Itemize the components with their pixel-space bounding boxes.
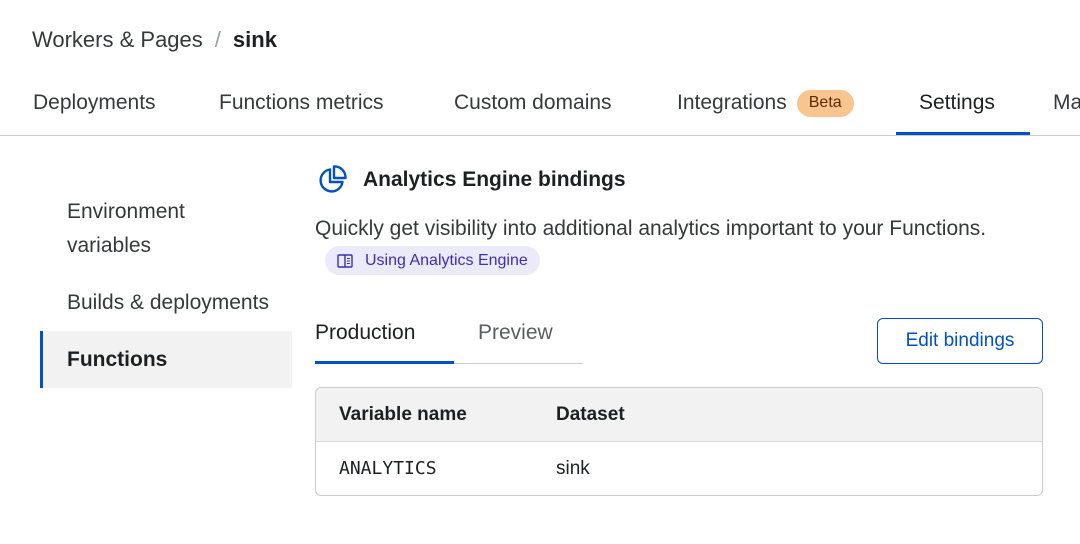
breadcrumb-separator: / [214, 27, 221, 52]
active-env-tab-indicator [315, 361, 454, 364]
tab-production[interactable]: Production [315, 314, 415, 352]
docs-link[interactable]: Using Analytics Engine [325, 246, 540, 275]
tab-custom-domains[interactable]: Custom domains [454, 70, 612, 136]
environment-tabs: Production Preview [315, 314, 583, 364]
tab-integrations-label: Integrations [677, 91, 787, 114]
cell-variable-name: ANALYTICS [339, 458, 437, 479]
beta-badge: Beta [796, 90, 854, 117]
cell-dataset: sink [556, 458, 590, 479]
section-header: Analytics Engine bindings [316, 164, 626, 196]
section-description: Quickly get visibility into additional a… [315, 217, 987, 240]
section-title: Analytics Engine bindings [363, 168, 626, 191]
column-header-variable-name: Variable name [339, 404, 467, 425]
subnav-item-builds-deployments[interactable]: Builds & deployments [40, 286, 292, 320]
subnav-item-environment-variables[interactable]: Environment variables [40, 195, 250, 263]
tab-integrations[interactable]: Integrations Beta [677, 70, 854, 136]
pie-chart-icon [319, 165, 347, 193]
breadcrumb-parent-link[interactable]: Workers & Pages [32, 26, 203, 54]
tab-settings[interactable]: Settings [919, 70, 995, 136]
breadcrumb: Workers & Pages / sink [32, 26, 277, 54]
tab-deployments[interactable]: Deployments [33, 70, 156, 136]
section-description-block: Quickly get visibility into additional a… [315, 212, 1015, 281]
table-header: Variable name Dataset [316, 388, 1042, 442]
active-tab-indicator [896, 132, 1030, 135]
docs-link-label: Using Analytics Engine [365, 251, 528, 269]
book-icon [337, 253, 353, 268]
page: Workers & Pages / sink Deployments Funct… [0, 0, 1080, 544]
subnav-item-functions[interactable]: Functions [40, 331, 292, 388]
edit-bindings-button[interactable]: Edit bindings [877, 318, 1043, 364]
breadcrumb-current: sink [232, 27, 277, 52]
bindings-table: Variable name Dataset ANALYTICS sink [315, 387, 1043, 496]
tab-functions-metrics[interactable]: Functions metrics [219, 70, 384, 136]
tab-preview[interactable]: Preview [478, 314, 553, 352]
table-row: ANALYTICS sink [316, 442, 1042, 495]
column-header-dataset: Dataset [556, 404, 625, 425]
tab-overflow[interactable]: Ma [1053, 70, 1080, 136]
tab-bar: Deployments Functions metrics Custom dom… [0, 70, 1080, 136]
